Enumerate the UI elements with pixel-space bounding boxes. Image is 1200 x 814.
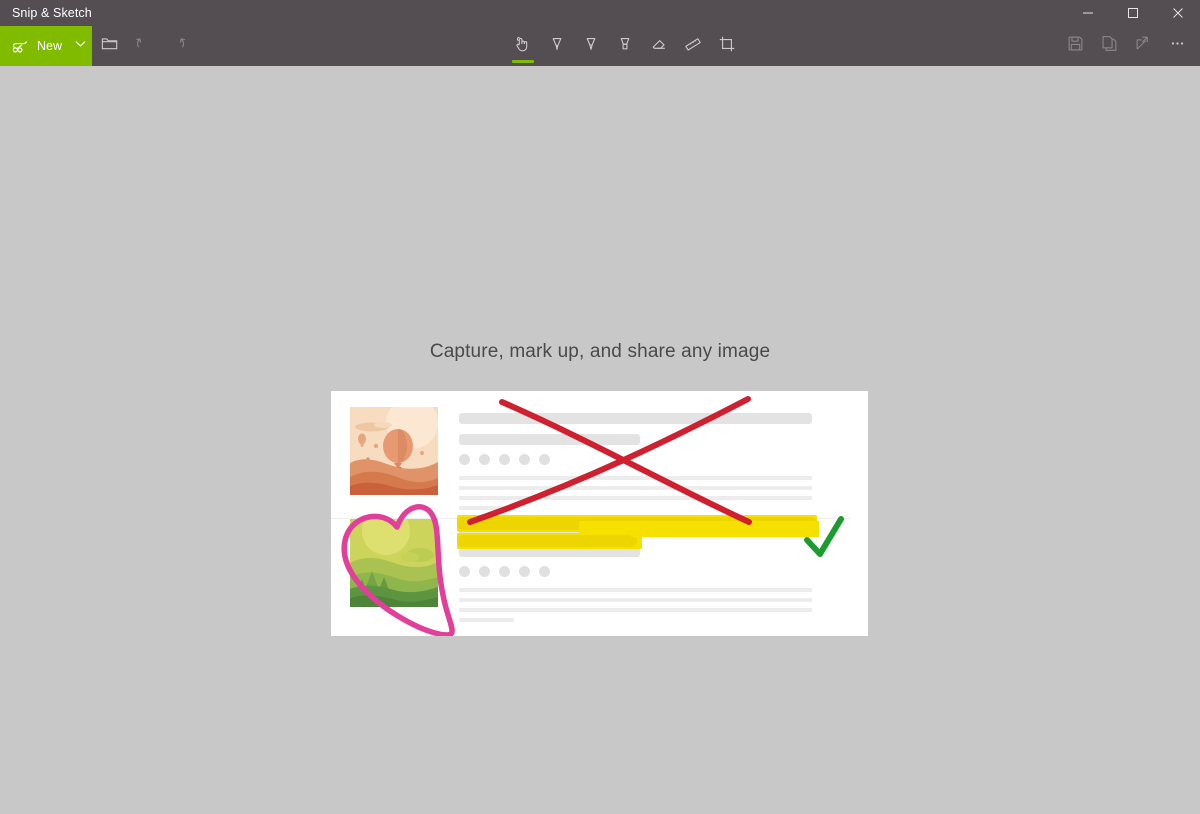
minimize-icon — [1082, 7, 1094, 19]
maximize-button[interactable] — [1110, 0, 1155, 26]
placeholder-dot — [479, 566, 490, 577]
undo-icon — [134, 34, 153, 58]
close-button[interactable] — [1155, 0, 1200, 26]
share-icon — [1134, 34, 1153, 58]
placeholder-line — [459, 588, 812, 592]
green-landscape-thumbnail — [350, 519, 438, 607]
redo-button[interactable] — [160, 26, 194, 66]
eraser-icon — [649, 34, 669, 59]
placeholder-line — [459, 486, 812, 490]
chevron-down-icon — [74, 37, 87, 55]
placeholder-bar — [459, 413, 812, 424]
save-button[interactable] — [1058, 26, 1092, 66]
close-icon — [1172, 7, 1184, 19]
more-options-button[interactable] — [1160, 26, 1194, 66]
copy-icon — [1100, 34, 1119, 58]
placeholder-dot — [499, 566, 510, 577]
save-icon — [1066, 34, 1085, 58]
ruler-button[interactable] — [676, 26, 710, 66]
pencil-button[interactable] — [574, 26, 608, 66]
placeholder-dot — [519, 454, 530, 465]
toolbar: New — [0, 26, 1200, 66]
canvas-area[interactable]: Capture, mark up, and share any image — [0, 69, 1200, 814]
placeholder-dot — [499, 454, 510, 465]
balloon-desert-thumbnail — [350, 407, 438, 495]
active-tool-indicator — [512, 60, 534, 63]
placeholder-dot — [539, 566, 550, 577]
new-snip-dropdown-button[interactable] — [68, 26, 92, 66]
placeholder-dot — [459, 566, 470, 577]
new-snip-label: New — [37, 39, 63, 53]
open-file-icon — [100, 34, 119, 58]
placeholder-line — [459, 618, 514, 622]
placeholder-line — [459, 506, 514, 510]
ballpoint-pen-button[interactable] — [540, 26, 574, 66]
placeholder-bar — [459, 434, 640, 445]
more-icon — [1168, 34, 1187, 58]
eraser-button[interactable] — [642, 26, 676, 66]
ruler-icon — [683, 34, 703, 59]
highlighter-button[interactable] — [608, 26, 642, 66]
title-bar: Snip & Sketch — [0, 0, 1200, 26]
green-check-stroke — [804, 516, 844, 557]
highlighter-icon — [615, 34, 635, 59]
copy-button[interactable] — [1092, 26, 1126, 66]
placeholder-bar — [459, 546, 640, 557]
placeholder-line — [459, 608, 812, 612]
window-controls — [1065, 0, 1200, 26]
placeholder-dot — [539, 454, 550, 465]
touch-writing-button[interactable] — [506, 26, 540, 66]
tagline: Capture, mark up, and share any image — [429, 341, 771, 362]
placeholder-bar — [459, 525, 812, 536]
placeholder-dot — [479, 454, 490, 465]
share-button[interactable] — [1126, 26, 1160, 66]
undo-button[interactable] — [126, 26, 160, 66]
open-file-button[interactable] — [92, 26, 126, 66]
minimize-button[interactable] — [1065, 0, 1110, 26]
maximize-icon — [1127, 7, 1139, 19]
app-title: Snip & Sketch — [12, 6, 92, 20]
placeholder-line — [459, 598, 812, 602]
snip-and-sketch-window: Snip & Sketch New Capture, mark up, and … — [0, 0, 1200, 814]
crop-icon — [717, 34, 737, 59]
ballpoint-pen-icon — [547, 34, 567, 59]
touch-writing-icon — [513, 34, 533, 59]
placeholder-line — [459, 476, 812, 480]
markup-example-illustration — [331, 391, 868, 636]
redo-icon — [168, 34, 187, 58]
snip-new-icon — [11, 37, 30, 56]
placeholder-dot — [459, 454, 470, 465]
placeholder-dot — [519, 566, 530, 577]
pencil-icon — [581, 34, 601, 59]
placeholder-line — [459, 496, 812, 500]
crop-button[interactable] — [710, 26, 744, 66]
